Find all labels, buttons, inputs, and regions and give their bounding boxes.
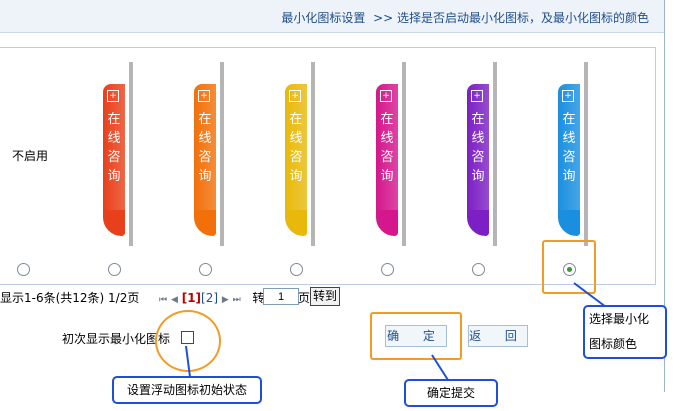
connector-init xyxy=(185,345,191,378)
connector-select xyxy=(573,282,607,308)
callout-confirm-submit: 确定提交 xyxy=(404,379,498,407)
callout-init-state: 设置浮动图标初始状态 xyxy=(112,376,262,404)
callout-select-color: 选择最小化 图标颜色 xyxy=(583,305,667,359)
callout-select-line1: 选择最小化 xyxy=(589,312,650,326)
connector-confirm xyxy=(431,354,449,381)
callout-select-line2: 图标颜色 xyxy=(589,337,638,351)
